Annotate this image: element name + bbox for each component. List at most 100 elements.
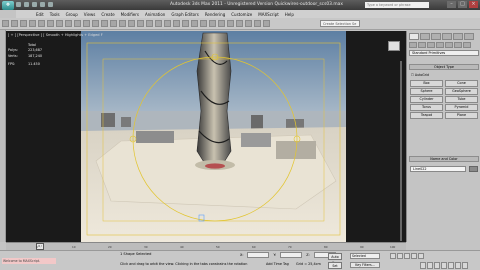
x-field[interactable] xyxy=(247,252,270,258)
box-button[interactable]: Box xyxy=(410,80,443,87)
tube-button[interactable]: Tube xyxy=(445,96,478,103)
percent-snap-icon[interactable] xyxy=(155,20,162,27)
undo-tool-icon[interactable] xyxy=(2,20,9,27)
menu-item[interactable]: Group xyxy=(66,12,78,17)
previous-frame-icon[interactable] xyxy=(397,253,403,259)
go-to-end-icon[interactable] xyxy=(418,253,424,259)
menu-item[interactable]: Help xyxy=(285,12,294,17)
object-type-rollout[interactable]: Object Type xyxy=(409,64,479,70)
menu-item[interactable]: Modifiers xyxy=(121,12,139,17)
align-icon[interactable] xyxy=(191,20,198,27)
plane-button[interactable]: Plane xyxy=(445,112,478,119)
new-file-icon[interactable] xyxy=(16,2,21,7)
menu-item[interactable]: Customize xyxy=(231,12,252,17)
autogrid-checkbox[interactable]: ☐ AutoGrid xyxy=(411,73,429,77)
key-filters-button[interactable]: Key Filters... xyxy=(350,262,380,268)
selection-set-dropdown[interactable]: Create Selection Se xyxy=(320,20,360,27)
maximize-button[interactable]: □ xyxy=(458,1,467,8)
menu-item[interactable]: Tools xyxy=(50,12,60,17)
go-to-start-icon[interactable] xyxy=(390,253,396,259)
helpers-icon[interactable] xyxy=(445,42,453,48)
object-name-field[interactable]: Line022 xyxy=(410,166,466,172)
snaps-toggle-icon[interactable] xyxy=(137,20,144,27)
rotate-icon[interactable] xyxy=(92,20,99,27)
pan-icon[interactable] xyxy=(448,262,454,269)
rendered-frame-window-icon[interactable] xyxy=(254,20,261,27)
zoom-extents-icon[interactable] xyxy=(434,262,440,269)
teapot-button[interactable]: Teapot xyxy=(410,112,443,119)
display-tab-icon[interactable] xyxy=(453,33,463,40)
select-manipulate-icon[interactable] xyxy=(128,20,135,27)
rectangular-selection-icon[interactable] xyxy=(65,20,72,27)
add-time-tag[interactable]: Add Time Tag xyxy=(266,262,289,266)
menu-item[interactable]: Rendering xyxy=(205,12,225,17)
play-icon[interactable] xyxy=(404,253,410,259)
name-and-color-rollout[interactable]: Name and Color xyxy=(409,156,479,162)
link-icon[interactable] xyxy=(20,20,27,27)
modify-tab-icon[interactable] xyxy=(420,33,430,40)
key-selection-dropdown[interactable]: Selected xyxy=(350,253,380,259)
timeline[interactable]: 0 / 100 0 10 20 30 40 50 60 70 80 90 100 xyxy=(6,242,406,253)
zoom-all-icon[interactable] xyxy=(427,262,433,269)
undo-icon[interactable] xyxy=(40,2,45,7)
cone-button[interactable]: Cone xyxy=(445,80,478,87)
spinner-snap-icon[interactable] xyxy=(164,20,171,27)
menu-item[interactable]: Animation xyxy=(145,12,165,17)
scale-icon[interactable] xyxy=(101,20,108,27)
create-tab-icon[interactable] xyxy=(409,33,419,40)
perspective-viewport[interactable]: [ + ] [Perspective ] [ Smooth + Highligh… xyxy=(6,31,406,242)
material-editor-icon[interactable] xyxy=(236,20,243,27)
space-warps-icon[interactable] xyxy=(454,42,462,48)
sphere-button[interactable]: Sphere xyxy=(410,88,443,95)
menu-item[interactable]: MAXScript xyxy=(258,12,279,17)
viewcube-icon[interactable] xyxy=(388,41,400,51)
bind-space-warp-icon[interactable] xyxy=(38,20,45,27)
angle-snap-icon[interactable] xyxy=(146,20,153,27)
pyramid-button[interactable]: Pyramid xyxy=(445,104,478,111)
graphite-tools-icon[interactable] xyxy=(209,20,216,27)
reference-coordinate-icon[interactable] xyxy=(110,20,117,27)
utilities-tab-icon[interactable] xyxy=(464,33,474,40)
hierarchy-tab-icon[interactable] xyxy=(431,33,441,40)
save-file-icon[interactable] xyxy=(32,2,37,7)
set-key-button[interactable]: Set Key xyxy=(328,262,342,269)
menu-item[interactable]: Views xyxy=(84,12,96,17)
shapes-icon[interactable] xyxy=(418,42,426,48)
search-input[interactable]: Type a keyword or phrase xyxy=(365,2,429,8)
named-selection-icon[interactable] xyxy=(173,20,180,27)
window-crossing-icon[interactable] xyxy=(74,20,81,27)
cylinder-button[interactable]: Cylinder xyxy=(410,96,443,103)
auto-key-button[interactable]: Auto Key xyxy=(328,253,342,265)
cameras-icon[interactable] xyxy=(436,42,444,48)
select-by-name-icon[interactable] xyxy=(56,20,63,27)
app-logo-icon[interactable]: ❖ xyxy=(2,1,14,10)
next-frame-icon[interactable] xyxy=(411,253,417,259)
redo-icon[interactable] xyxy=(48,2,53,7)
schematic-view-icon[interactable] xyxy=(227,20,234,27)
y-field[interactable] xyxy=(280,252,303,258)
close-button[interactable]: × xyxy=(469,1,478,8)
select-object-icon[interactable] xyxy=(47,20,54,27)
unlink-icon[interactable] xyxy=(29,20,36,27)
render-production-icon[interactable] xyxy=(263,20,270,27)
minimize-button[interactable]: – xyxy=(447,1,456,8)
move-icon[interactable] xyxy=(83,20,90,27)
mirror-icon[interactable] xyxy=(182,20,189,27)
viewport-scrollbar[interactable] xyxy=(400,61,402,241)
maximize-viewport-icon[interactable] xyxy=(462,262,468,269)
menu-item[interactable]: Graph Editors xyxy=(171,12,198,17)
viewport-label[interactable]: [ + ] [Perspective ] [ Smooth + Highligh… xyxy=(8,33,103,37)
motion-tab-icon[interactable] xyxy=(442,33,452,40)
lights-icon[interactable] xyxy=(427,42,435,48)
orbit-icon[interactable] xyxy=(455,262,461,269)
redo-tool-icon[interactable] xyxy=(11,20,18,27)
object-color-swatch[interactable] xyxy=(469,166,478,172)
primitive-type-dropdown[interactable]: Standard Primitives xyxy=(409,50,479,56)
pivot-center-icon[interactable] xyxy=(119,20,126,27)
maxscript-listener[interactable]: Welcome to MAXScript. xyxy=(2,258,56,264)
zoom-icon[interactable] xyxy=(420,262,426,269)
layer-manager-icon[interactable] xyxy=(200,20,207,27)
curve-editor-icon[interactable] xyxy=(218,20,225,27)
menu-item[interactable]: Edit xyxy=(36,12,44,17)
geosphere-button[interactable]: GeoSphere xyxy=(445,88,478,95)
